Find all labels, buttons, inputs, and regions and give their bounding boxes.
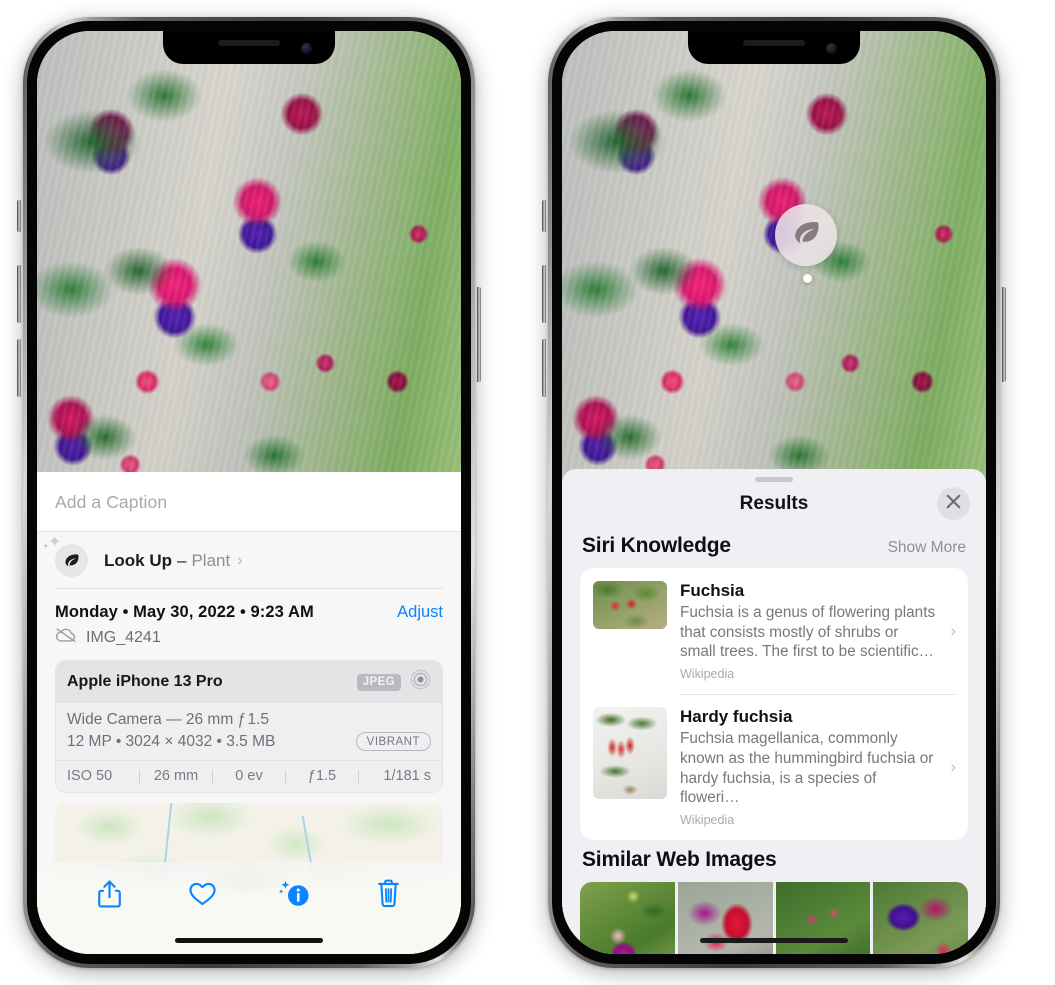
- list-item[interactable]: Fuchsia Fuchsia is a genus of flowering …: [580, 568, 968, 694]
- image-specs: 12 MP • 3024 × 4032 • 3.5 MB: [67, 732, 276, 750]
- results-title: Results: [739, 493, 809, 514]
- delete-button[interactable]: [366, 876, 412, 916]
- mute-switch[interactable]: [17, 200, 21, 232]
- show-more-button[interactable]: Show More: [888, 539, 966, 557]
- look-up-kind: Plant: [191, 550, 231, 570]
- look-up-row[interactable]: ✦ ✦ Look Up – Plant ›: [37, 532, 461, 589]
- result-thumbnail: [593, 707, 667, 800]
- chevron-right-icon: ›: [237, 551, 243, 569]
- chevron-right-icon: ›: [950, 757, 956, 777]
- exif-focal-length: 26 mm: [153, 768, 199, 784]
- look-up-dash: –: [177, 550, 187, 570]
- web-image-thumbnail[interactable]: [775, 882, 871, 954]
- exif-aperture: ƒ1.5: [307, 768, 337, 784]
- camera-card-body: Wide Camera — 26 mm ƒ 1.5 12 MP • 3024 ×…: [56, 703, 442, 761]
- photo-filename: IMG_4241: [86, 628, 161, 646]
- iphone-right-device: Results Siri Knowledge Show More Fuchsia…: [542, 17, 1006, 968]
- lens-description: Wide Camera — 26 mm ƒ 1.5: [67, 711, 269, 728]
- photographic-style-badge: VIBRANT: [355, 732, 431, 751]
- web-image-thumbnail[interactable]: [677, 882, 773, 954]
- result-description: Fuchsia magellanica, commonly known as t…: [680, 730, 934, 807]
- look-up-label: Look Up – Plant ›: [104, 551, 243, 571]
- section-title: Similar Web Images: [582, 848, 777, 872]
- list-item[interactable]: Hardy fuchsia Fuchsia magellanica, commo…: [580, 694, 968, 840]
- home-indicator[interactable]: [175, 938, 323, 943]
- mute-switch[interactable]: [542, 200, 546, 232]
- result-thumbnail: [593, 581, 667, 629]
- front-camera-icon: [826, 43, 837, 54]
- power-button[interactable]: [477, 287, 481, 382]
- filename-row: IMG_4241: [37, 622, 461, 660]
- camera-model: Apple iPhone 13 Pro: [67, 673, 223, 690]
- screenshot-stage: Add a Caption ✦ ✦ Look Up – Plant › Mond…: [0, 0, 1055, 985]
- device-bezel: Results Siri Knowledge Show More Fuchsia…: [552, 21, 996, 964]
- section-title: Siri Knowledge: [582, 534, 731, 557]
- sparkle-icon-large: ✦: [48, 534, 62, 551]
- siri-knowledge-header: Siri Knowledge Show More: [562, 526, 986, 568]
- camera-card-header: Apple iPhone 13 Pro JPEG: [56, 661, 442, 703]
- info-sparkle-icon: [278, 879, 312, 914]
- exif-exposure-value: 0 ev: [235, 768, 263, 784]
- left-screen: Add a Caption ✦ ✦ Look Up – Plant › Mond…: [37, 31, 461, 954]
- aperture-icon: [410, 669, 431, 695]
- earpiece-speaker: [218, 40, 280, 46]
- caption-field[interactable]: Add a Caption: [37, 472, 461, 532]
- info-button[interactable]: [273, 876, 319, 916]
- date-row: Monday • May 30, 2022 • 9:23 AM Adjust: [37, 589, 461, 622]
- adjust-button[interactable]: Adjust: [397, 603, 443, 622]
- result-source: Wikipedia: [680, 813, 735, 828]
- leaf-icon: [789, 216, 823, 255]
- web-image-thumbnail[interactable]: [873, 882, 968, 954]
- chevron-right-icon: ›: [950, 621, 956, 641]
- device-bezel: Add a Caption ✦ ✦ Look Up – Plant › Mond…: [27, 21, 471, 964]
- display-notch: [163, 31, 335, 64]
- similar-web-images-header: Similar Web Images: [562, 840, 986, 882]
- results-header: Results: [562, 482, 986, 526]
- caption-placeholder: Add a Caption: [55, 492, 168, 512]
- share-icon: [97, 879, 122, 914]
- exif-row: ISO 50 26 mm 0 ev ƒ1.5 1/181 s: [56, 761, 442, 792]
- close-icon: [946, 494, 961, 514]
- volume-down-button[interactable]: [542, 339, 546, 397]
- display-notch: [688, 31, 860, 64]
- result-source: Wikipedia: [680, 667, 735, 682]
- exif-iso: ISO 50: [67, 768, 113, 784]
- similar-web-images-strip[interactable]: [580, 882, 968, 954]
- home-indicator[interactable]: [700, 938, 848, 943]
- results-sheet: Results Siri Knowledge Show More Fuchsia…: [562, 469, 986, 954]
- camera-info-card: Apple iPhone 13 Pro JPEG Wide Camera — 2…: [55, 660, 443, 793]
- share-button[interactable]: [87, 876, 133, 916]
- right-screen: Results Siri Knowledge Show More Fuchsia…: [562, 31, 986, 954]
- favorite-button[interactable]: [180, 876, 226, 916]
- trash-icon: [376, 879, 401, 913]
- photo-date: Monday • May 30, 2022 • 9:23 AM: [55, 603, 314, 621]
- look-up-title: Look Up: [104, 550, 172, 570]
- heart-icon: [188, 880, 217, 912]
- power-button[interactable]: [1002, 287, 1006, 382]
- result-title: Hardy fuchsia: [680, 707, 793, 727]
- close-button[interactable]: [937, 487, 970, 520]
- result-title: Fuchsia: [680, 581, 745, 600]
- volume-up-button[interactable]: [542, 265, 546, 323]
- result-description: Fuchsia is a genus of flowering plants t…: [680, 604, 936, 661]
- visual-lookup-anchor-dot: [803, 274, 812, 283]
- earpiece-speaker: [743, 40, 805, 46]
- leaf-icon: ✦ ✦: [42, 535, 88, 577]
- sparkle-icon-small: ✦: [42, 541, 50, 551]
- file-format-badge: JPEG: [356, 673, 401, 691]
- visual-lookup-badge[interactable]: [775, 204, 837, 266]
- iphone-left-device: Add a Caption ✦ ✦ Look Up – Plant › Mond…: [17, 17, 481, 968]
- volume-down-button[interactable]: [17, 339, 21, 397]
- exif-shutter-speed: 1/181 s: [383, 768, 431, 784]
- cloud-slash-icon: [55, 627, 77, 648]
- siri-knowledge-card: Fuchsia Fuchsia is a genus of flowering …: [580, 568, 968, 841]
- web-image-thumbnail[interactable]: [580, 882, 675, 954]
- front-camera-icon: [301, 43, 312, 54]
- volume-up-button[interactable]: [17, 265, 21, 323]
